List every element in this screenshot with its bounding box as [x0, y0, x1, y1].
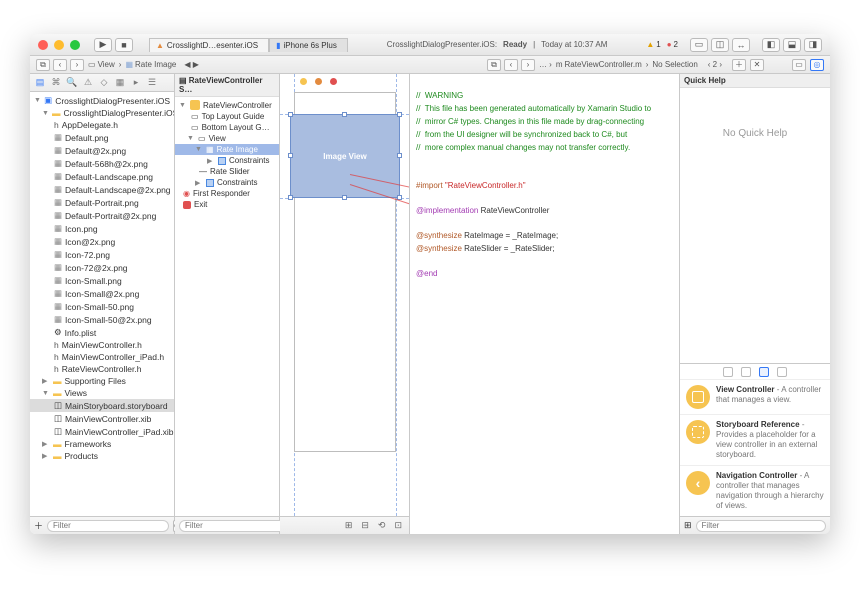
assistant-file[interactable]: RateViewController.m — [565, 60, 642, 69]
warning-icon: ▲ — [646, 40, 654, 49]
project-tree[interactable]: ▼▣CrosslightDialogPresenter.iOS ▼▬Crossl… — [30, 92, 174, 516]
run-button[interactable]: ▶ — [94, 38, 112, 52]
selected-file-row[interactable]: ◫MainStoryboard.storyboard — [30, 399, 174, 412]
assistant-forward-button[interactable]: › — [521, 59, 535, 71]
resolve-button[interactable]: ⟲ — [378, 520, 387, 531]
constraints-icon — [218, 157, 226, 165]
assistant-selection[interactable]: No Selection — [652, 60, 697, 69]
device-icon: ▮ — [276, 41, 280, 50]
assistant-close-button[interactable]: ✕ — [750, 59, 764, 71]
library-item[interactable]: View Controller - A controller that mana… — [680, 379, 830, 414]
ib-canvas[interactable]: Image View ⊞ ⊟ ⟲ ⊡ — [280, 74, 410, 534]
toggle-debug-button[interactable]: ⬓ — [783, 38, 801, 52]
report-navigator-tab[interactable]: ☰ — [146, 77, 158, 89]
imageview-selection[interactable]: Image View — [290, 114, 400, 198]
symbol-navigator-tab[interactable]: ⌘ — [50, 77, 62, 89]
project-navigator-tab[interactable]: ▤ — [34, 77, 46, 89]
toggle-navigator-button[interactable]: ◧ — [762, 38, 780, 52]
nav-back-button[interactable]: ‹ — [53, 59, 67, 71]
exit-icon — [183, 201, 191, 209]
editor-standard-button[interactable]: ▭ — [690, 38, 708, 52]
storyboardref-icon — [686, 420, 710, 444]
outline-slider[interactable]: Rate Slider — [210, 167, 250, 176]
errors-badge[interactable]: ●2 — [667, 40, 678, 49]
editor-assistant-button[interactable]: ◫ — [711, 38, 729, 52]
debug-navigator-tab[interactable]: ▦ — [114, 77, 126, 89]
nav-related-button[interactable]: ⧉ — [36, 59, 50, 71]
outline-header: RateViewController S… — [179, 76, 262, 94]
warnings-badge[interactable]: ▲1 — [646, 40, 660, 49]
jump-item[interactable]: Rate Image — [135, 60, 176, 69]
navcontroller-icon — [686, 471, 710, 495]
outline-constraints[interactable]: Constraints — [229, 156, 269, 165]
assistant-editor[interactable]: // WARNING // This file has been generat… — [410, 74, 680, 534]
jump-view[interactable]: View — [98, 60, 115, 69]
library-tab-code[interactable] — [741, 367, 751, 377]
outline-view[interactable]: View — [209, 134, 226, 143]
assistant-back-button[interactable]: ‹ — [504, 59, 518, 71]
viewcontroller-icon — [190, 100, 200, 110]
align-button[interactable]: ⊞ — [345, 520, 354, 531]
navigator-pane: ▤ ⌘ 🔍 ⚠ ◇ ▦ ▸ ☰ ▼▣CrosslightDialogPresen… — [30, 74, 175, 534]
scheme-control[interactable]: ▲CrosslightD…esenter.iOS ▮iPhone 6s Plus — [149, 38, 348, 52]
outline-first-responder[interactable]: First Responder — [193, 189, 250, 198]
library-tab-media[interactable] — [777, 367, 787, 377]
error-icon: ● — [667, 40, 672, 49]
outline-selected[interactable]: ▼▦Rate Image — [175, 144, 279, 155]
library-tab-file[interactable] — [723, 367, 733, 377]
assistant-counter[interactable]: ‹ 2 › — [708, 60, 722, 69]
titlebar: ▶ ■ ▲CrosslightD…esenter.iOS ▮iPhone 6s … — [30, 34, 830, 56]
add-button[interactable]: ＋ — [34, 519, 43, 532]
jump-bar: ⧉ ‹ › ▭View › ▦Rate Image ◀ ▶ ⧉ ‹ › … › … — [30, 56, 830, 74]
outline-scene[interactable]: RateViewController — [203, 101, 272, 110]
main-split: ▤ ⌘ 🔍 ⚠ ◇ ▦ ▸ ☰ ▼▣CrosslightDialogPresen… — [30, 74, 830, 534]
activity-view: CrosslightDialogPresenter.iOS: Ready | T… — [354, 40, 640, 49]
object-library[interactable]: View Controller - A controller that mana… — [680, 379, 830, 516]
stop-button[interactable]: ■ — [115, 38, 133, 52]
quickhelp-empty: No Quick Help — [680, 88, 830, 363]
test-navigator-tab[interactable]: ◇ — [98, 77, 110, 89]
assistant-add-button[interactable]: ＋ — [732, 59, 746, 71]
outline-exit[interactable]: Exit — [194, 200, 207, 209]
library-item[interactable]: Navigation Controller - A controller tha… — [680, 465, 830, 516]
close-button[interactable] — [38, 40, 48, 50]
document-outline: ▤ RateViewController S… ▼RateViewControl… — [175, 74, 280, 534]
quickhelp-title: Quick Help — [680, 74, 830, 88]
editor-version-button[interactable]: ↔ — [732, 38, 750, 52]
xcode-window: ▶ ■ ▲CrosslightD…esenter.iOS ▮iPhone 6s … — [30, 34, 830, 534]
resize-button[interactable]: ⊡ — [394, 520, 403, 531]
scheme-label: CrosslightD…esenter.iOS — [167, 41, 258, 50]
library-tab-object[interactable] — [759, 367, 769, 377]
traffic-lights — [38, 40, 80, 50]
library-item[interactable]: Storyboard Reference - Provides a placeh… — [680, 414, 830, 465]
breakpoint-navigator-tab[interactable]: ▸ — [130, 77, 142, 89]
assistant-related-button[interactable]: ⧉ — [487, 59, 501, 71]
toggle-inspector-button[interactable]: ◨ — [804, 38, 822, 52]
outline-top-guide[interactable]: Top Layout Guide — [202, 112, 265, 121]
canvas-toolbar: ⊞ ⊟ ⟲ ⊡ — [280, 516, 409, 534]
find-navigator-tab[interactable]: 🔍 — [66, 77, 78, 89]
app-icon: ▲ — [156, 41, 164, 50]
minimize-button[interactable] — [54, 40, 64, 50]
inspector-tab-quickhelp[interactable]: ◎ — [810, 59, 824, 71]
outline-constraints2[interactable]: Constraints — [217, 178, 257, 187]
folder-icon: ▬ — [52, 108, 61, 118]
zoom-button[interactable] — [70, 40, 80, 50]
library-tabs — [680, 363, 830, 379]
nav-forward-button[interactable]: › — [70, 59, 84, 71]
inspector-pane: Quick Help No Quick Help View Controller… — [680, 74, 830, 534]
project-icon: ▣ — [44, 95, 52, 106]
library-grid-button[interactable]: ⊞ — [684, 520, 692, 531]
library-filter[interactable] — [696, 520, 826, 532]
inspector-tab-file[interactable]: ▭ — [792, 59, 806, 71]
device-label: iPhone 6s Plus — [283, 41, 336, 50]
issue-navigator-tab[interactable]: ⚠ — [82, 77, 94, 89]
outline-bottom-guide[interactable]: Bottom Layout G… — [202, 123, 270, 132]
navigator-filter[interactable] — [47, 520, 169, 532]
pin-button[interactable]: ⊟ — [361, 520, 370, 531]
viewcontroller-icon — [686, 385, 710, 409]
